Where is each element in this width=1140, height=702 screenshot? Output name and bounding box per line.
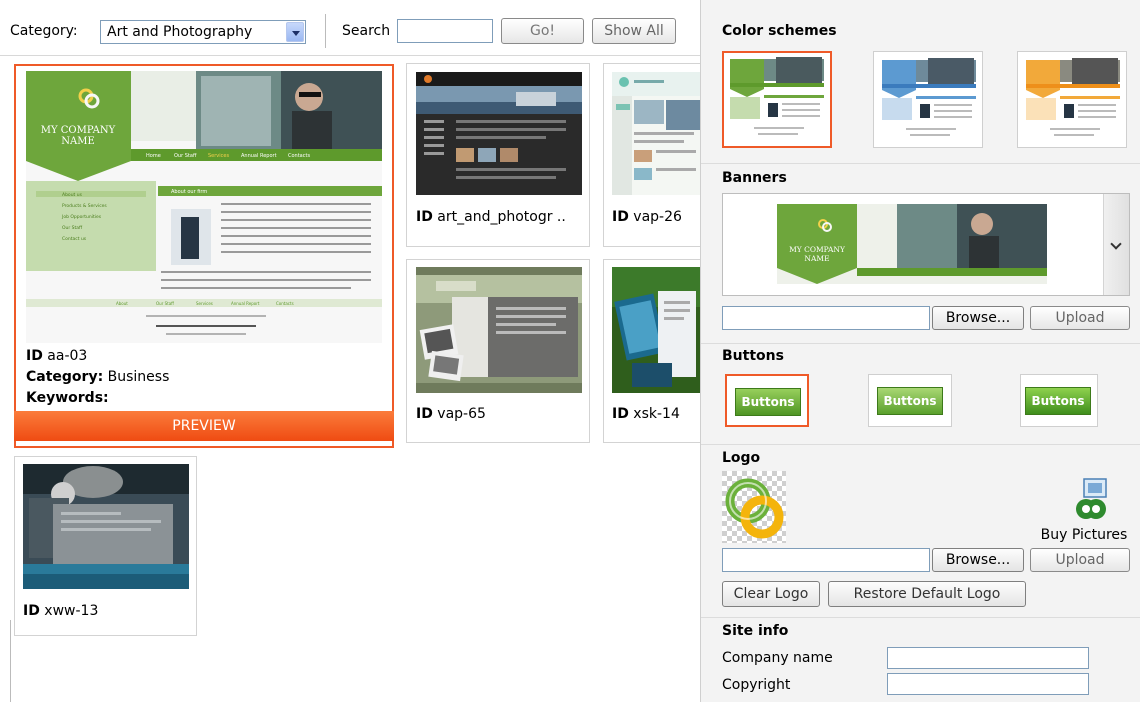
category-select-value: Art and Photography — [107, 24, 253, 40]
button-style-2[interactable]: Buttons — [868, 374, 952, 427]
template-card[interactable]: ID xsk-14 — [603, 259, 700, 443]
button-sample-2: Buttons — [877, 387, 943, 415]
preview-button[interactable]: PREVIEW — [14, 411, 394, 441]
mockup-nav-1: Home — [146, 153, 161, 159]
mockup-footer-2: Our Staff — [156, 301, 174, 306]
template-id: ID vap-65 — [416, 406, 486, 422]
company-name-input[interactable] — [887, 647, 1089, 669]
search-label: Search — [342, 23, 391, 39]
color-scheme-orange[interactable] — [1017, 51, 1127, 148]
logo-title: Logo — [722, 450, 761, 466]
template-gallery: Category: Art and Photography Search Go!… — [0, 0, 700, 702]
banner-selector[interactable]: MY COMPANY NAME — [722, 193, 1130, 296]
button-sample-3: Buttons — [1025, 387, 1091, 415]
banner-company: MY COMPANY — [789, 245, 846, 254]
template-id: ID xww-13 — [23, 603, 99, 619]
template-thumbnail[interactable] — [612, 267, 700, 393]
company-name-label: Company name — [722, 650, 833, 666]
template-thumbnail[interactable] — [416, 72, 582, 195]
search-input[interactable] — [397, 19, 493, 43]
banner-upload-button[interactable]: Upload — [1030, 306, 1130, 330]
template-thumbnail[interactable] — [416, 267, 582, 393]
restore-default-logo-button[interactable]: Restore Default Logo — [828, 581, 1026, 607]
copyright-label: Copyright — [722, 677, 791, 693]
chevron-down-icon[interactable] — [1103, 194, 1129, 295]
customization-panel: Color schemes Banners MY COMPANY NAME Br… — [700, 0, 1140, 702]
template-thumbnail[interactable]: MY COMPANY NAME Home Our Staff Services … — [26, 71, 382, 343]
color-scheme-green[interactable] — [722, 51, 832, 148]
mockup-footer-3: Services — [196, 301, 213, 306]
banner-file-input[interactable] — [722, 306, 930, 330]
button-style-3[interactable]: Buttons — [1020, 374, 1098, 427]
template-keywords: Keywords: — [26, 390, 109, 406]
toolbar-divider — [325, 14, 326, 48]
logo-file-input[interactable] — [722, 548, 930, 572]
mockup-company: MY COMPANY — [41, 125, 116, 136]
mockup-side-4: Our Staff — [62, 225, 83, 231]
color-scheme-blue[interactable] — [873, 51, 983, 148]
mockup-side-1: About us — [62, 192, 83, 198]
mockup-side-3: Job Opportunities — [61, 214, 102, 220]
template-card[interactable]: ID xww-13 — [14, 456, 197, 636]
mockup-about: About our firm — [171, 189, 207, 195]
mockup-nav-4: Annual Report — [241, 153, 277, 159]
chevron-down-icon[interactable] — [286, 22, 304, 42]
template-card[interactable]: ID art_and_photogr .. — [406, 63, 590, 247]
template-thumbnail[interactable] — [23, 464, 189, 589]
template-card[interactable]: ID vap-26 — [603, 63, 700, 247]
show-all-button[interactable]: Show All — [592, 18, 676, 44]
mockup-footer-4: Annual Report — [231, 301, 260, 306]
button-sample-1: Buttons — [735, 388, 801, 416]
category-label: Category: — [10, 23, 78, 39]
logo-browse-button[interactable]: Browse... — [932, 548, 1024, 572]
template-thumbnail[interactable] — [612, 72, 700, 195]
buttons-title: Buttons — [722, 348, 784, 364]
template-id: ID vap-26 — [612, 209, 682, 225]
mockup-nav-2: Our Staff — [174, 153, 197, 159]
clear-logo-button[interactable]: Clear Logo — [722, 581, 820, 607]
template-id: ID aa-03 — [26, 348, 88, 364]
button-style-1[interactable]: Buttons — [725, 374, 809, 427]
logo-preview — [722, 471, 786, 543]
divider — [701, 617, 1140, 618]
divider — [701, 163, 1140, 164]
copyright-input[interactable] — [887, 673, 1089, 695]
banner-image[interactable]: MY COMPANY NAME — [777, 204, 1047, 284]
divider — [10, 620, 11, 702]
mockup-nav-5: Contacts — [288, 153, 310, 159]
mockup-side-2: Products & Services — [62, 203, 107, 209]
buy-pictures-link[interactable]: Buy Pictures — [1036, 477, 1132, 547]
mockup-footer-5: Contacts — [276, 301, 294, 306]
banner-name: NAME — [804, 254, 829, 263]
template-card[interactable]: ID vap-65 — [406, 259, 590, 443]
template-id: ID xsk-14 — [612, 406, 680, 422]
color-schemes-title: Color schemes — [722, 23, 837, 39]
template-category: Category: Business — [26, 369, 170, 385]
banner-browse-button[interactable]: Browse... — [932, 306, 1024, 330]
template-id: ID art_and_photogr .. — [416, 209, 566, 225]
divider — [701, 343, 1140, 344]
buy-pictures-label: Buy Pictures — [1040, 527, 1128, 543]
logo-upload-button[interactable]: Upload — [1030, 548, 1130, 572]
go-button[interactable]: Go! — [501, 18, 584, 44]
mockup-footer-1: About — [116, 301, 128, 306]
category-select[interactable]: Art and Photography — [100, 20, 306, 44]
mockup-nav-3: Services — [208, 153, 229, 159]
divider — [701, 444, 1140, 445]
site-info-title: Site info — [722, 623, 789, 639]
banners-title: Banners — [722, 170, 787, 186]
mockup-name: NAME — [61, 136, 95, 147]
template-grid: MY COMPANY NAME Home Our Staff Services … — [0, 57, 700, 702]
filter-toolbar: Category: Art and Photography Search Go!… — [0, 0, 700, 56]
picture-icon — [1076, 478, 1107, 519]
template-card-selected[interactable]: MY COMPANY NAME Home Our Staff Services … — [14, 64, 394, 448]
mockup-side-5: Contact us — [62, 236, 87, 242]
